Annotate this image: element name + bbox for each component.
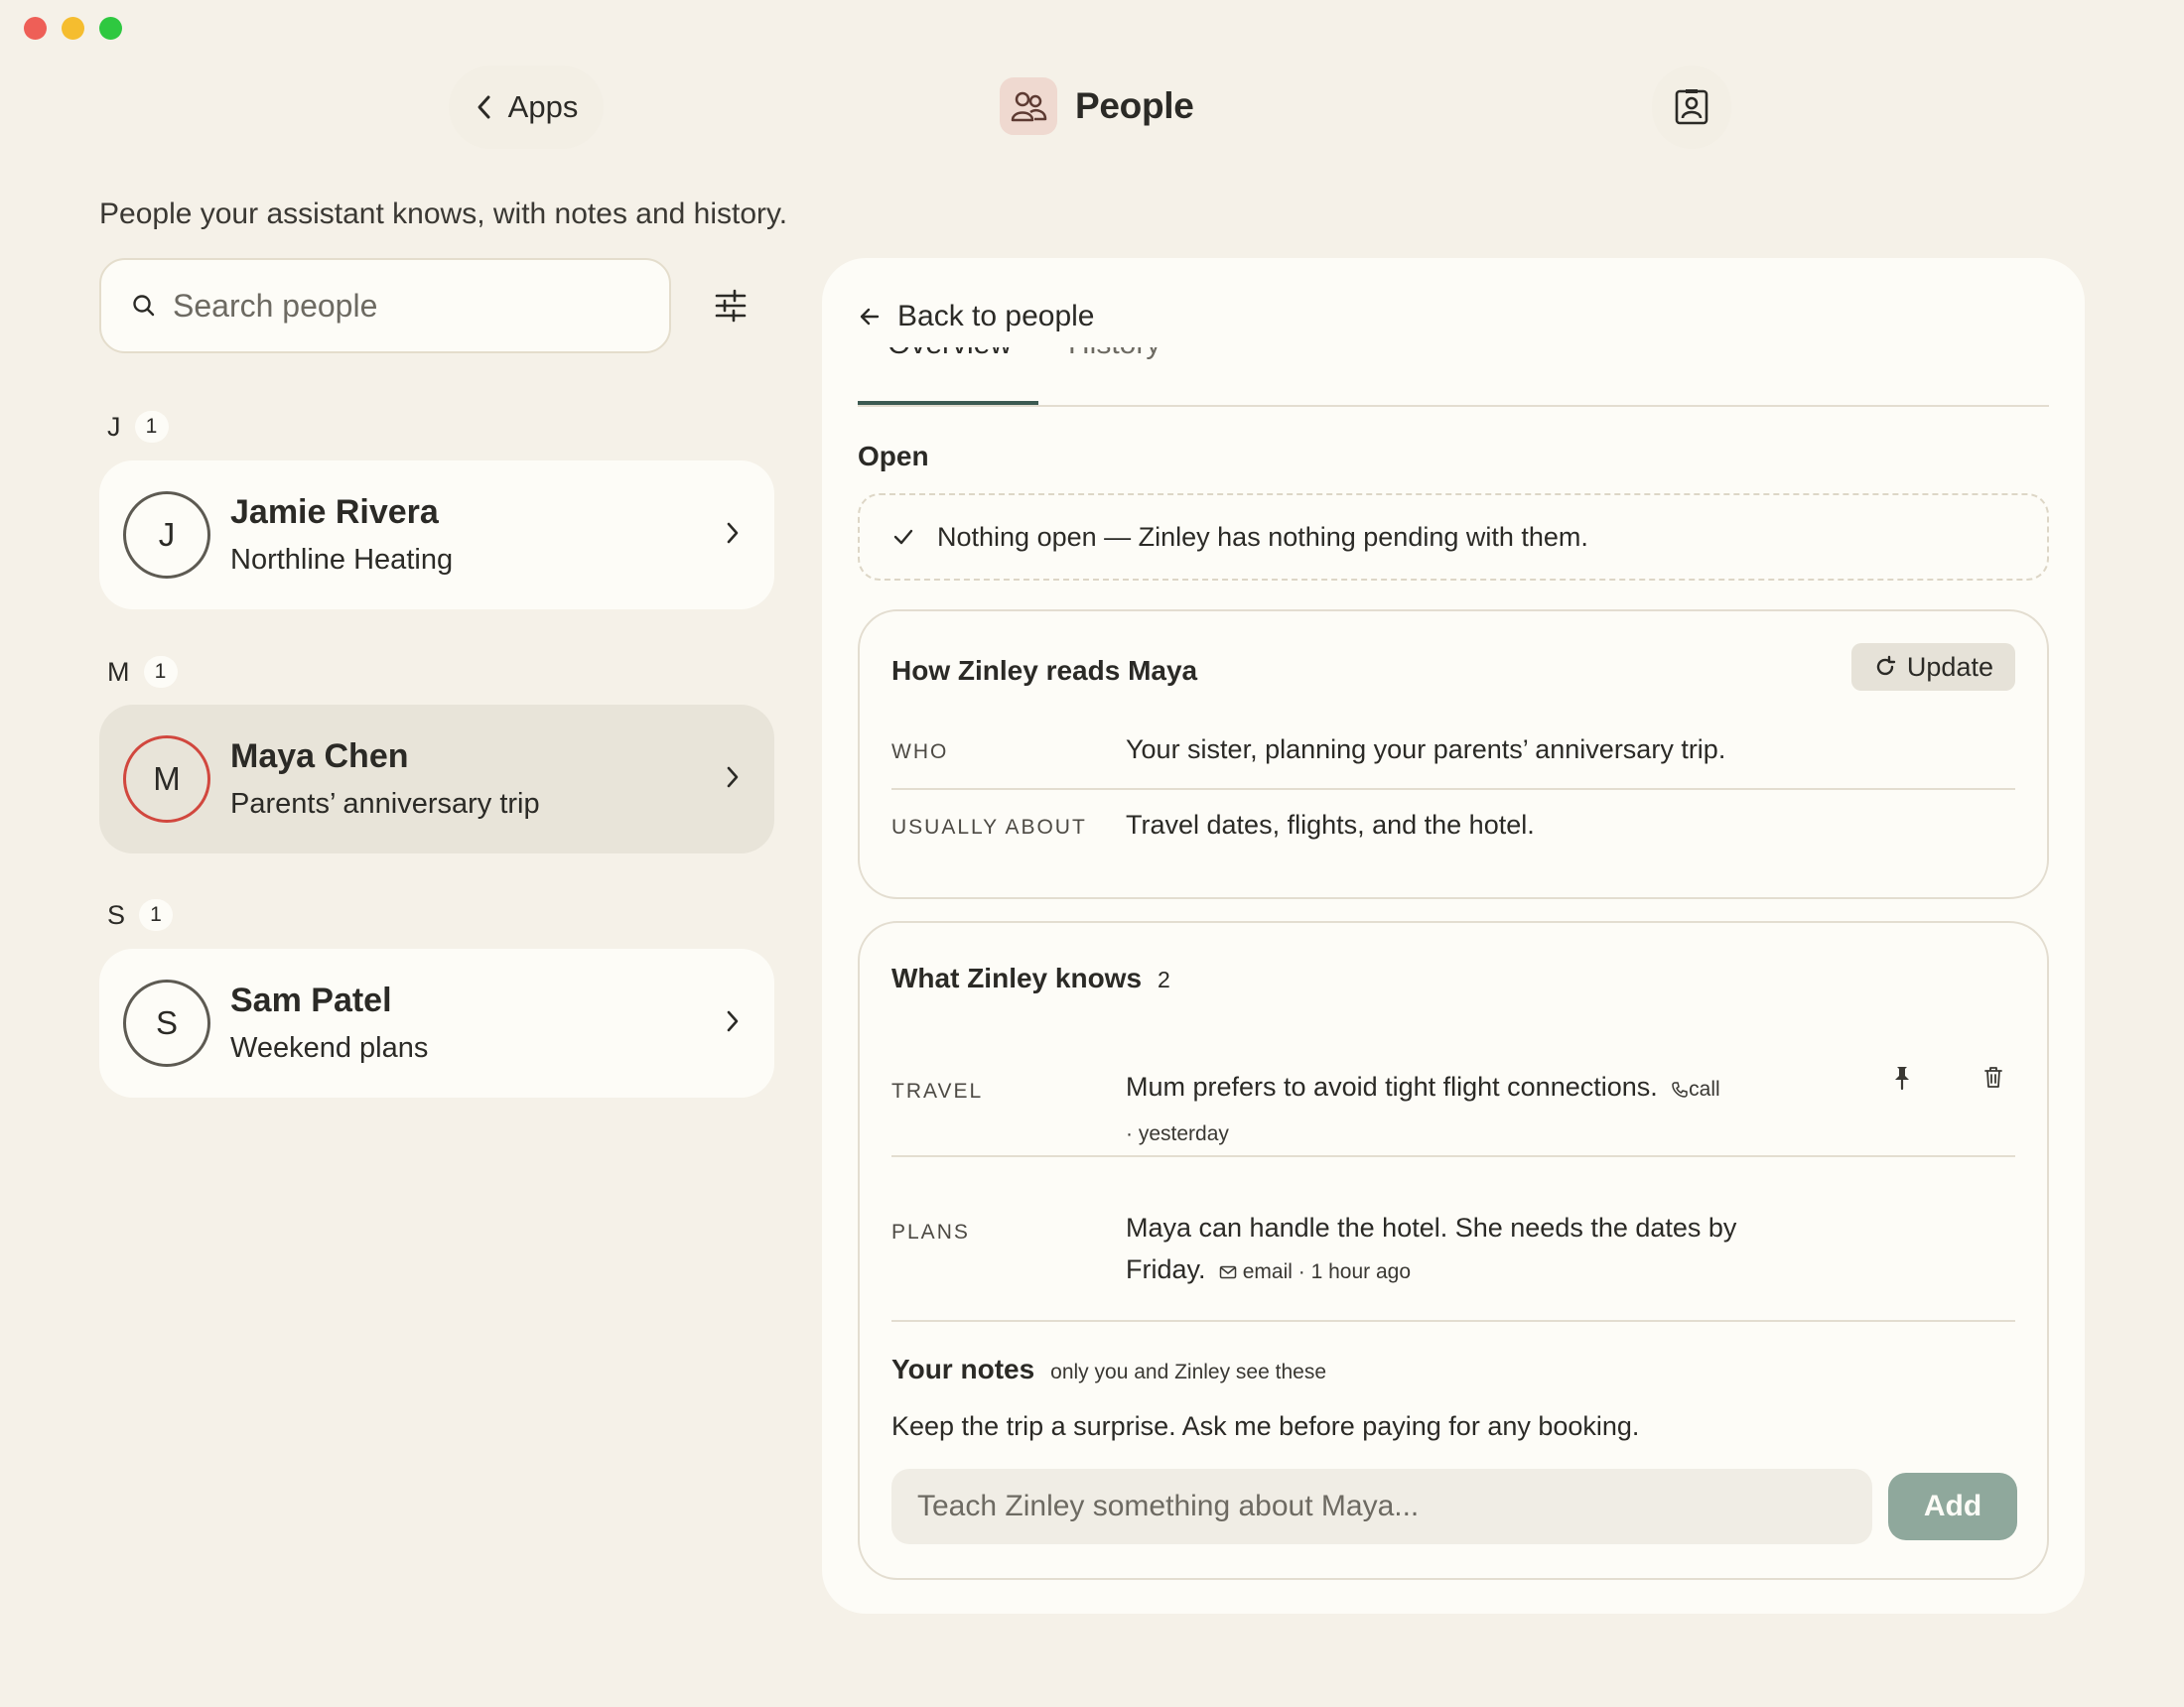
fact-text: Mum prefers to avoid tight flight connec… [1126,1072,1658,1102]
fact-time: · yesterday [1126,1122,1229,1145]
sliders-icon [715,289,747,323]
tab-label: Overview [887,347,1012,361]
arrow-left-icon [860,308,880,326]
reads-row-value: Your sister, planning your parents’ anni… [1126,734,1726,764]
knows-card: What Zinley knows 2 TRAVEL Mum prefers t… [858,921,2049,1580]
notes-title: Your notes only you and Zinley see these [891,1354,1326,1385]
pin-icon [1895,1067,1909,1091]
person-card-sam-patel[interactable]: S Sam Patel Weekend plans [99,949,774,1098]
check-icon [893,529,913,545]
notes-title-text: Your notes [891,1354,1035,1384]
fact-item: Mum prefers to avoid tight flight connec… [1126,1066,1801,1155]
person-subtitle: Weekend plans [230,1032,429,1064]
people-icon [1000,77,1057,135]
search-box [99,258,671,353]
notes-text: Keep the trip a surprise. Ask me before … [891,1411,1640,1441]
page-title: People [1075,85,1194,126]
person-name: Maya Chen [230,737,409,775]
fact-item: Maya can handle the hotel. She needs the… [1126,1207,1801,1293]
divider [891,1320,2015,1322]
search-icon [133,295,155,317]
apps-back-button[interactable]: Apps [449,66,604,149]
open-message: Nothing open — Zinley has nothing pendin… [937,521,1588,552]
knows-title: What Zinley knows 2 [891,963,1170,994]
delete-fact-button[interactable] [1976,1060,2011,1096]
refresh-icon [1876,655,1896,676]
group-count: 1 [134,411,169,443]
teach-zinley-input[interactable] [891,1469,1872,1544]
fact-label: TRAVEL [891,1080,984,1103]
app-title: People [1000,77,1194,135]
tab-label: History [1068,347,1160,361]
group-header-m: M 1 [107,656,178,688]
group-count: 1 [143,656,178,688]
mail-icon [1219,1266,1237,1279]
chevron-right-icon [727,1010,739,1032]
fact-source: email · 1 hour ago [1213,1260,1411,1283]
back-to-people-label: Back to people [897,300,1095,332]
open-section-title: Open [858,441,929,471]
group-count: 1 [139,899,174,931]
fact-source-text: email [1242,1260,1293,1283]
trash-icon [1984,1067,2002,1088]
avatar: S [123,980,210,1067]
reads-card: How Zinley reads Maya Update WHO Your si… [858,609,2049,899]
apps-back-label: Apps [507,89,579,124]
divider [891,788,2015,790]
chevron-right-icon [727,766,739,788]
knows-count: 2 [1158,967,1170,992]
reads-title-text: How Zinley reads Maya [891,655,1198,686]
knows-title-text: What Zinley knows [891,963,1143,993]
chevron-right-icon [727,522,739,544]
reads-row-value: Travel dates, flights, and the hotel. [1126,810,1535,840]
divider [891,1155,2015,1157]
chevron-left-icon [478,95,490,119]
fact-source: call [1665,1078,1720,1101]
person-card-jamie-rivera[interactable]: J Jamie Rivera Northline Heating [99,460,774,609]
person-detail-panel: Back to people Overview History Open Not… [822,258,2085,1614]
fact-time: · 1 hour ago [1297,1260,1411,1283]
tab-overview[interactable]: Overview [858,347,1038,405]
add-note-button[interactable]: Add [1888,1473,2017,1540]
update-label: Update [1906,651,1993,682]
update-button[interactable]: Update [1850,643,2015,691]
avatar: J [123,491,210,579]
page-subtitle: People your assistant knows, with notes … [99,197,788,230]
open-items-empty-state: Nothing open — Zinley has nothing pendin… [858,493,2049,581]
group-letter: M [107,656,130,687]
reads-title: How Zinley reads Maya [891,655,1197,687]
window-controls [24,17,122,40]
minimize-window-button[interactable] [62,17,84,40]
tab-history[interactable]: History [1038,347,1190,405]
group-header-s: S 1 [107,899,174,931]
person-subtitle: Parents’ anniversary trip [230,788,540,820]
reads-row-label: USUALLY ABOUT [891,816,1087,839]
contact-card-icon [1675,89,1708,125]
detail-tabs: Overview History [858,347,2049,407]
person-card-maya-chen[interactable]: M Maya Chen Parents’ anniversary trip [99,705,774,854]
phone-icon [1672,1082,1688,1099]
avatar: M [123,735,210,823]
person-name: Jamie Rivera [230,493,439,531]
group-letter: J [107,411,121,442]
fact-label: PLANS [891,1221,970,1244]
group-letter: S [107,899,126,930]
group-header-j: J 1 [107,411,169,443]
person-subtitle: Northline Heating [230,544,454,576]
contact-card-button[interactable] [1652,66,1731,149]
close-window-button[interactable] [24,17,47,40]
person-name: Sam Patel [230,982,392,1019]
notes-hint: only you and Zinley see these [1050,1361,1326,1383]
fact-source-text: call [1689,1078,1720,1101]
pin-fact-button[interactable] [1884,1060,1920,1096]
filter-button[interactable] [707,284,754,328]
maximize-window-button[interactable] [99,17,122,40]
search-input[interactable] [173,287,649,325]
back-to-people-link[interactable]: Back to people [858,300,1094,333]
reads-row-label: WHO [891,740,949,763]
